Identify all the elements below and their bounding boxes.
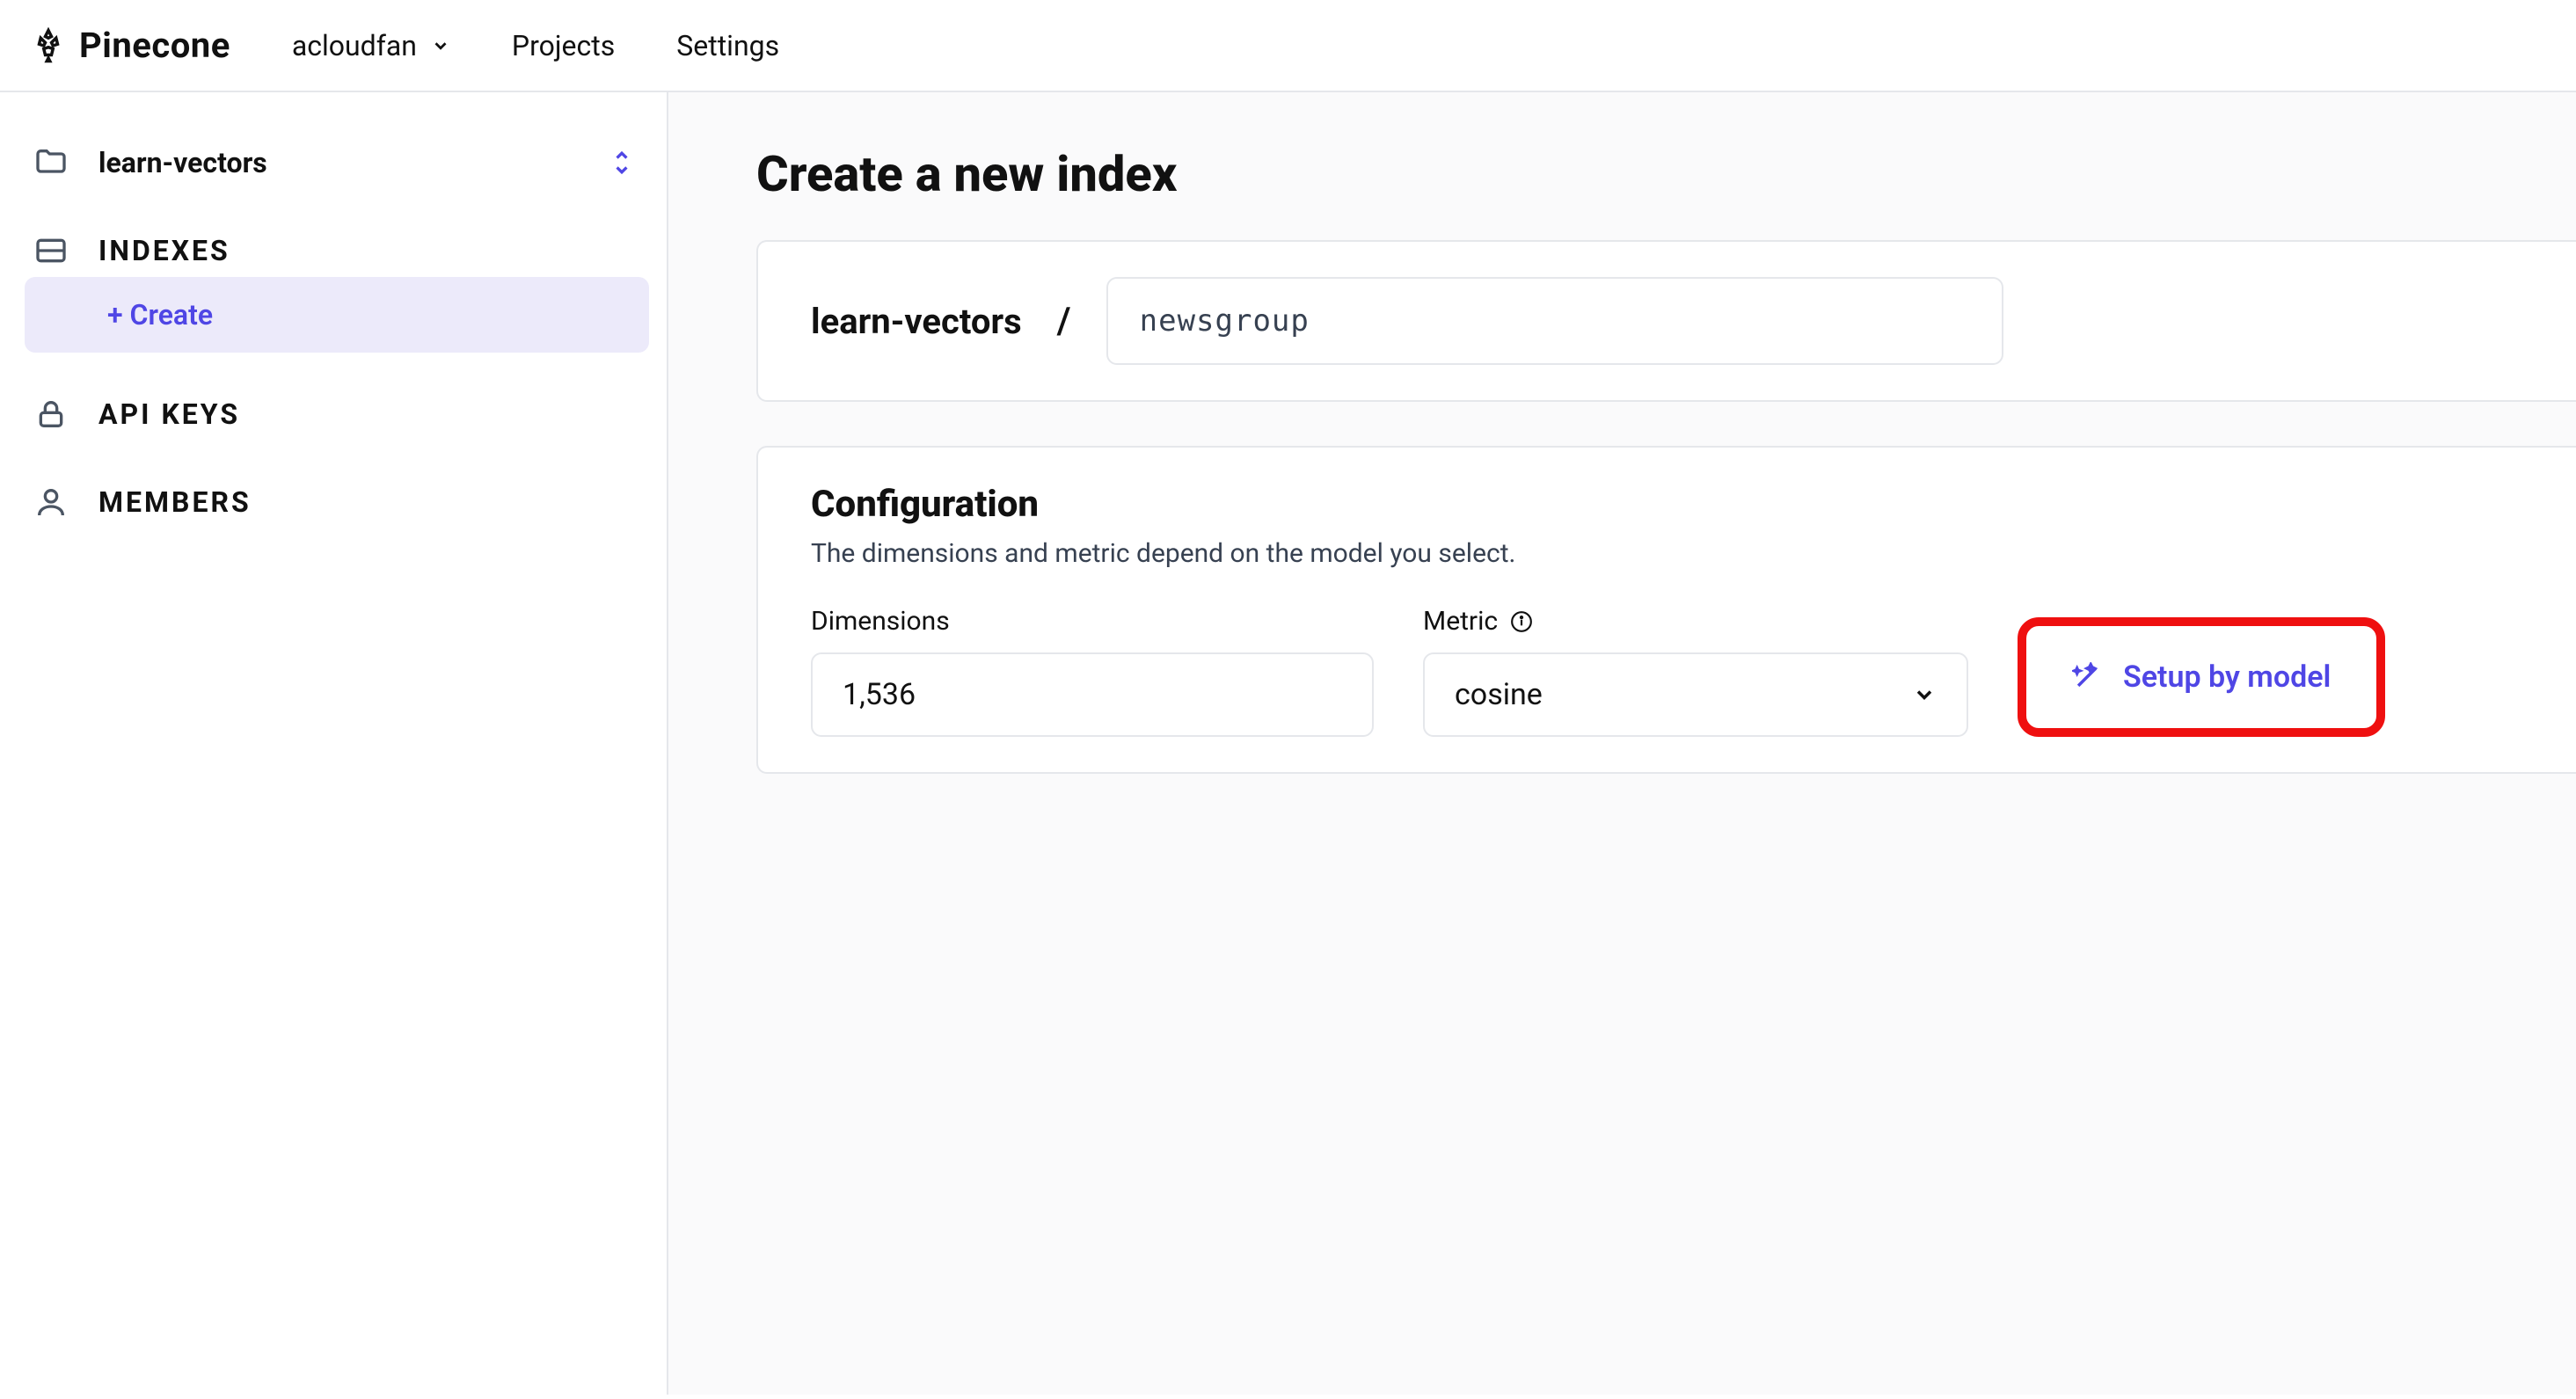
sidebar: learn-vectors INDEXES + Create API KEYS	[0, 92, 668, 1395]
api-keys-label: API KEYS	[99, 397, 240, 431]
magic-wand-icon	[2072, 662, 2102, 692]
configuration-card: Configuration The dimensions and metric …	[756, 446, 2576, 774]
database-icon	[33, 233, 69, 268]
sidebar-item-members[interactable]: MEMBERS	[18, 476, 649, 528]
metric-value: cosine	[1455, 677, 1543, 712]
create-label: + Create	[107, 298, 213, 332]
page-title: Create a new index	[756, 145, 2576, 203]
sidebar-item-api-keys[interactable]: API KEYS	[18, 388, 649, 441]
sort-icon	[610, 148, 633, 178]
lock-icon	[33, 397, 69, 432]
layout: learn-vectors INDEXES + Create API KEYS	[0, 92, 2576, 1395]
dimensions-label: Dimensions	[811, 606, 1374, 637]
chevron-down-icon	[1912, 682, 1937, 707]
config-description: The dimensions and metric depend on the …	[811, 538, 2523, 569]
metric-select[interactable]: cosine	[1423, 652, 1968, 737]
breadcrumb-project: learn-vectors	[811, 301, 1022, 342]
brand-logo: Pinecone	[30, 25, 230, 66]
index-name-input[interactable]	[1106, 277, 2003, 365]
metric-field: Metric cosine	[1423, 606, 1968, 737]
indexes-label: INDEXES	[99, 234, 230, 267]
nav-projects[interactable]: Projects	[512, 29, 615, 62]
index-name-card: learn-vectors /	[756, 240, 2576, 402]
metric-label: Metric	[1423, 606, 1968, 637]
dimensions-input[interactable]	[811, 652, 1374, 737]
dimensions-field: Dimensions	[811, 606, 1374, 737]
header: Pinecone acloudfan Projects Settings	[0, 0, 2576, 92]
setup-by-model-label: Setup by model	[2123, 659, 2331, 695]
setup-by-model-button[interactable]: Setup by model	[2046, 637, 2357, 718]
project-selector[interactable]: learn-vectors	[18, 136, 649, 189]
setup-by-model-highlight: Setup by model	[2018, 617, 2385, 737]
folder-icon	[33, 145, 69, 180]
brand-name: Pinecone	[79, 25, 230, 66]
config-heading: Configuration	[811, 483, 2523, 526]
nav-settings[interactable]: Settings	[676, 29, 779, 62]
main-content: Create a new index learn-vectors / Confi…	[668, 92, 2576, 1395]
info-icon[interactable]	[1510, 610, 1533, 633]
user-icon	[33, 485, 69, 520]
project-name: learn-vectors	[99, 146, 267, 179]
sidebar-item-indexes[interactable]: INDEXES	[18, 224, 649, 277]
chevron-down-icon	[431, 36, 450, 55]
breadcrumb: learn-vectors /	[811, 277, 2523, 365]
sidebar-item-create[interactable]: + Create	[25, 277, 649, 353]
members-label: MEMBERS	[99, 485, 252, 519]
breadcrumb-slash: /	[1057, 300, 1071, 343]
pinecone-logo-icon	[30, 27, 67, 64]
user-dropdown[interactable]: acloudfan	[292, 29, 450, 62]
user-label: acloudfan	[292, 29, 417, 62]
config-row: Dimensions Metric cosine	[811, 606, 2523, 737]
